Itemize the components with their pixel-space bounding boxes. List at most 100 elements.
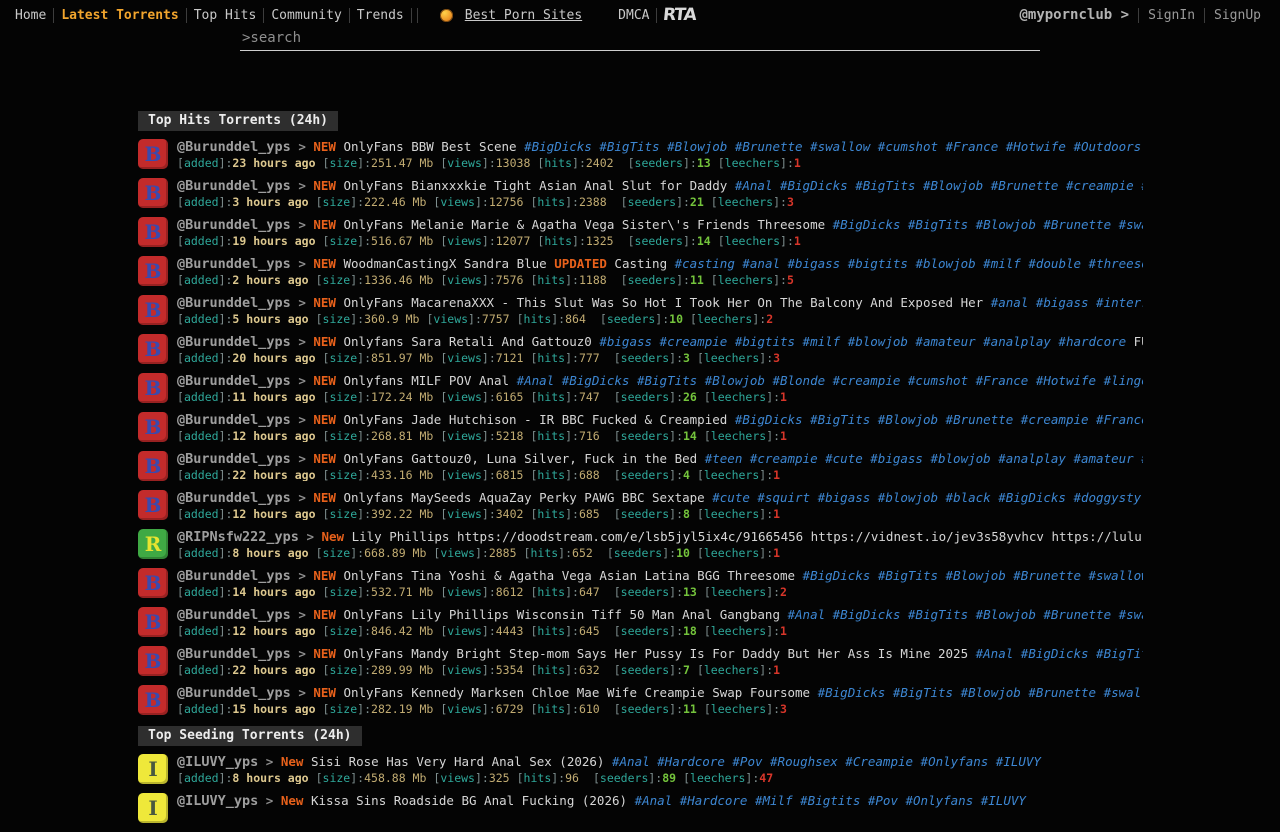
user-avatar[interactable]: B	[138, 607, 168, 637]
torrent-tags[interactable]: #Anal #BigDicks #BigTits …	[968, 646, 1143, 661]
torrent-tags[interactable]: #Anal #BigDicks #BigTits #Blowjob #Brune…	[727, 178, 1143, 193]
user-avatar[interactable]: B	[138, 568, 168, 598]
torrent-title[interactable]: Sisi Rose Has Very Hard Anal Sex (2026)	[303, 754, 604, 769]
torrent-tags[interactable]: #Anal #Hardcore #Pov #Roughsex #Creampie…	[604, 754, 1041, 769]
torrent-title[interactable]: OnlyFans Gattouz0, Luna Silver, Fuck in …	[336, 451, 697, 466]
search-input[interactable]	[240, 27, 1040, 51]
torrent-tags[interactable]: #BigDicks #BigTits #Blowjob #Brunette #c…	[727, 412, 1143, 427]
torrent-tags[interactable]: #bigass #creampie #bigtits #milf #blowjo…	[592, 334, 1126, 349]
user-avatar[interactable]: R	[138, 529, 168, 559]
torrent-tags[interactable]: #anal #bigass #interrac…	[983, 295, 1143, 310]
torrent-tags[interactable]: #BigDicks #BigTits #Blowjob #Brunette #s…	[825, 217, 1143, 232]
torrent-tags[interactable]: #BigDicks #BigTits #Blowjob #Brunette #s…	[517, 139, 1143, 154]
torrent-tags[interactable]: #casting #anal #bigass #bigtits #blowjob…	[667, 256, 1143, 271]
stat-value-leechers: 1	[773, 663, 780, 676]
stat-added: [added]:5 hours ago	[177, 312, 309, 325]
user-avatar[interactable]: I	[138, 793, 168, 823]
user-avatar[interactable]: I	[138, 754, 168, 784]
username-link[interactable]: @ILUVY_yps	[177, 754, 258, 770]
username-link[interactable]: @Burunddel_yps	[177, 568, 291, 584]
torrent-info: @Burunddel_yps > NEW OnlyFans Lily Phill…	[177, 607, 1143, 637]
stat-value-seeders: 8	[683, 507, 690, 520]
account-menu[interactable]: @mypornclub >	[1019, 7, 1138, 23]
username-link[interactable]: @Burunddel_yps	[177, 490, 291, 506]
user-avatar[interactable]: B	[138, 256, 168, 286]
username-link[interactable]: @Burunddel_yps	[177, 646, 291, 662]
torrent-title[interactable]: Onlyfans MILF POV Anal	[336, 373, 509, 388]
username-link[interactable]: @Burunddel_yps	[177, 685, 291, 701]
username-link[interactable]: @Burunddel_yps	[177, 295, 291, 311]
stat-value-hits: 688	[579, 468, 600, 481]
nav-home[interactable]: Home	[8, 8, 53, 23]
torrent-tags[interactable]: #Anal #BigDicks #BigTits #Blowjob #Blond…	[509, 373, 1143, 388]
torrent-tags[interactable]: #BigDicks #BigTits #Blowjob #Brunette #s…	[795, 568, 1143, 583]
torrent-tags[interactable]: #teen #creampie #cute #bigass #blowjob #…	[697, 451, 1143, 466]
stat-label-leechers: leechers	[704, 507, 759, 520]
stat-value-size: 532.71 Mb	[371, 585, 433, 598]
nav-top-hits[interactable]: Top Hits	[187, 8, 264, 23]
stat-label-size: size	[329, 624, 357, 637]
torrent-title[interactable]: Onlyfans Sara Retali And Gattouz0	[336, 334, 592, 349]
signup-link[interactable]: SignUp	[1205, 8, 1270, 23]
user-avatar[interactable]: B	[138, 217, 168, 247]
torrent-title[interactable]: Lily Phillips https://doodstream.com/e/l…	[344, 529, 1143, 544]
user-avatar[interactable]: B	[138, 451, 168, 481]
user-avatar[interactable]: B	[138, 646, 168, 676]
username-link[interactable]: @Burunddel_yps	[177, 139, 291, 155]
username-link[interactable]: @Burunddel_yps	[177, 256, 291, 272]
user-avatar[interactable]: B	[138, 178, 168, 208]
torrent-tags[interactable]: #Anal #Hardcore #Milf #Bigtits #Pov #Onl…	[627, 793, 1026, 808]
torrent-title[interactable]: OnlyFans Mandy Bright Step-mom Says Her …	[336, 646, 968, 661]
stat-views: [views]:8612	[440, 585, 523, 598]
torrent-title[interactable]: OnlyFans Melanie Marie & Agatha Vega Sis…	[336, 217, 825, 232]
dmca-link[interactable]: DMCA	[611, 8, 656, 23]
torrent-title[interactable]: OnlyFans Lily Phillips Wisconsin Tiff 50…	[336, 607, 780, 622]
torrent-title[interactable]: OnlyFans Tina Yoshi & Agatha Vega Asian …	[336, 568, 795, 583]
stat-label-leechers: leechers	[704, 663, 759, 676]
torrent-title[interactable]: Kissa Sins Roadside BG Anal Fucking (202…	[303, 793, 627, 808]
stat-label-views: views	[447, 351, 482, 364]
user-avatar[interactable]: B	[138, 295, 168, 325]
username-link[interactable]: @Burunddel_yps	[177, 373, 291, 389]
username-link[interactable]: @Burunddel_yps	[177, 607, 291, 623]
username-link[interactable]: @Burunddel_yps	[177, 178, 291, 194]
torrent-title[interactable]: OnlyFans Jade Hutchison - IR BBC Fucked …	[336, 412, 727, 427]
stat-seeders: [seeders]:26	[614, 390, 697, 403]
stat-value-added: 22 hours ago	[232, 663, 315, 676]
username-link[interactable]: @RIPNsfw222_yps	[177, 529, 299, 545]
signin-link[interactable]: SignIn	[1139, 8, 1204, 23]
torrent-tags[interactable]: #BigDicks #BigTits #Blowjob #Brunette #s…	[810, 685, 1143, 700]
username-link[interactable]: @Burunddel_yps	[177, 451, 291, 467]
stat-leechers: [leechers]:1	[697, 507, 780, 520]
username-link[interactable]: @ILUVY_yps	[177, 793, 258, 809]
separator-arrow: >	[258, 793, 281, 808]
nav-latest-torrents[interactable]: Latest Torrents	[54, 8, 185, 23]
torrent-tags[interactable]: #Anal #BigDicks #BigTits #Blowjob #Brune…	[780, 607, 1143, 622]
torrent-title[interactable]: OnlyFans Bianxxxkie Tight Asian Anal Slu…	[336, 178, 727, 193]
torrent-title[interactable]: WoodmanCastingX Sandra Blue	[336, 256, 547, 271]
user-avatar[interactable]: B	[138, 490, 168, 520]
stat-label-hits: hits	[537, 663, 565, 676]
stat-value-size: 251.47 Mb	[371, 156, 433, 169]
torrent-title[interactable]: Onlyfans MaySeeds AquaZay Perky PAWG BBC…	[336, 490, 705, 505]
torrent-title[interactable]: OnlyFans MacarenaXXX - This Slut Was So …	[336, 295, 983, 310]
user-avatar[interactable]: B	[138, 139, 168, 169]
torrent-title[interactable]: Casting	[607, 256, 667, 271]
user-avatar[interactable]: B	[138, 685, 168, 715]
torrent-tags[interactable]: #cute #squirt #bigass #blowjob #black #B…	[705, 490, 1143, 505]
username-link[interactable]: @Burunddel_yps	[177, 412, 291, 428]
nav-trends[interactable]: Trends	[350, 8, 411, 23]
torrent-title[interactable]: OnlyFans BBW Best Scene	[336, 139, 517, 154]
user-avatar[interactable]: B	[138, 412, 168, 442]
username-link[interactable]: @Burunddel_yps	[177, 217, 291, 233]
username-link[interactable]: @Burunddel_yps	[177, 334, 291, 350]
nav-community[interactable]: Community	[264, 8, 348, 23]
best-porn-sites-link[interactable]: Best Porn Sites	[458, 8, 589, 23]
torrent-title[interactable]: OnlyFans Kennedy Marksen Chloe Mae Wife …	[336, 685, 810, 700]
stat-leechers: [leechers]:1	[697, 468, 780, 481]
separator-arrow: >	[291, 685, 314, 700]
stat-label-leechers: leechers	[697, 312, 752, 325]
user-avatar[interactable]: B	[138, 373, 168, 403]
stat-value-seeders: 11	[690, 273, 704, 286]
user-avatar[interactable]: B	[138, 334, 168, 364]
